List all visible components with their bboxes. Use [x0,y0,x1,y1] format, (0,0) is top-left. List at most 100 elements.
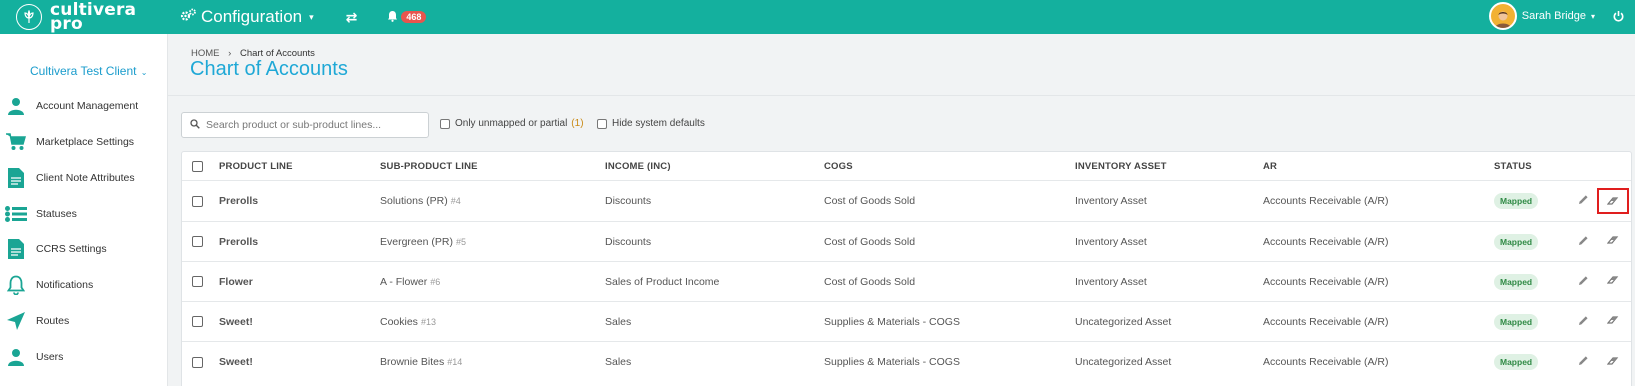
sidebar-item-label: Notifications [36,279,94,291]
eraser-button[interactable] [1606,342,1619,382]
sub-product-id: #14 [447,357,463,367]
income-cell: Discounts [605,195,652,207]
row-checkbox[interactable] [192,195,203,207]
client-selector[interactable]: Cultivera Test Client ⌄ [30,64,147,78]
power-icon[interactable] [1612,10,1625,23]
income-cell: Discounts [605,235,652,248]
search-input[interactable] [206,119,416,131]
sidebar-item-routes[interactable]: Routes [5,310,69,332]
eraser-button[interactable] [1597,181,1629,221]
sub-product-id: #13 [420,316,436,327]
product-line-cell: Flower [219,275,253,288]
gears-icon [180,7,197,27]
sidebar-item-label: Users [36,351,64,363]
status-badge: Mapped [1494,313,1539,330]
only-unmapped-filter[interactable]: Only unmapped or partial (1) [440,118,584,129]
sidebar-item-notifications[interactable]: Notifications [5,274,93,296]
configuration-menu[interactable]: Configuration ▾ [180,7,314,27]
sidebar-item-label: Statuses [36,208,77,220]
cogs-cell: Supplies & Materials - COGS [824,356,960,368]
cogs-cell: Cost of Goods Sold [824,195,916,207]
table-row[interactable]: Flower A - Flower #6 Sales of Product Inc… [182,262,1631,302]
row-checkbox-cell [192,222,208,261]
edit-button[interactable] [1578,222,1589,261]
document-icon [5,167,27,189]
ar-cell: Accounts Receivable (A/R) [1263,275,1389,288]
cogs-cell: Supplies & Materials - COGS [824,315,960,328]
sub-product-id: #5 [455,236,466,247]
sub-product-line-cell: A - Flower #6 [380,262,440,301]
bell-icon [387,10,398,25]
sidebar: Cultivera Test Client ⌄ Account Manageme… [0,34,168,386]
edit-button[interactable] [1578,302,1589,341]
search-box [181,112,429,138]
sidebar-item-label: Routes [36,315,70,327]
eraser-button[interactable] [1606,302,1619,341]
sidebar-item-account-management[interactable]: Account Management [5,95,138,117]
product-line-cell: Sweet! [219,356,253,368]
table-row[interactable]: Prerolls Solutions (PR) #4 Discounts Cost… [182,181,1631,222]
cogs-cell: Cost of Goods Sold [824,275,916,288]
table-row[interactable]: Prerolls Evergreen (PR) #5 Discounts Cost… [182,222,1631,262]
inventory-asset-cell: Inventory Asset [1075,275,1147,288]
sidebar-item-label: Client Note Attributes [36,172,135,184]
sidebar-item-ccrs-settings[interactable]: CCRS Settings [5,238,107,260]
column-header[interactable]: INCOME (INC) [605,152,671,180]
column-header[interactable]: AR [1263,152,1277,180]
inventory-asset-cell: Inventory Asset [1075,235,1147,248]
column-header[interactable]: COGS [824,152,853,180]
column-header[interactable]: STATUS [1494,152,1532,180]
income-cell: Sales [605,315,632,328]
notifications-button[interactable]: 468 [387,10,427,25]
row-checkbox-cell [192,262,208,301]
pencil-icon [1578,194,1589,208]
column-header[interactable]: SUB-PRODUCT LINE [380,152,478,180]
row-checkbox-cell [192,342,208,382]
page-title: Chart of Accounts [190,58,348,80]
sidebar-item-users[interactable]: Users [5,346,63,368]
row-checkbox[interactable] [192,276,203,287]
search-icon [190,118,200,132]
eraser-button[interactable] [1606,222,1619,261]
hide-defaults-label: Hide system defaults [612,118,705,129]
table-row[interactable]: Sweet! Cookies #13 Sales Supplies & Mater… [182,302,1631,342]
hide-defaults-filter[interactable]: Hide system defaults [597,118,705,129]
document-icon [5,238,27,260]
edit-button[interactable] [1578,262,1589,301]
leaf-logo-icon [16,4,42,30]
sidebar-item-label: Marketplace Settings [36,136,135,148]
column-header[interactable]: INVENTORY ASSET [1075,152,1167,180]
eraser-icon [1606,356,1619,369]
column-header[interactable]: PRODUCT LINE [219,152,293,180]
pencil-icon [1578,355,1589,369]
brand-logo[interactable]: cultivera pro [0,0,168,34]
list-icon [5,203,27,225]
only-unmapped-checkbox[interactable] [440,118,450,129]
table-row[interactable]: Sweet! Brownie Bites #14 Sales Supplies &… [182,342,1631,382]
row-checkbox[interactable] [192,356,203,368]
row-checkbox[interactable] [192,236,203,247]
user-icon [5,95,27,117]
edit-button[interactable] [1578,342,1589,382]
select-all-checkbox[interactable] [192,160,203,172]
ar-cell: Accounts Receivable (A/R) [1263,356,1389,368]
eraser-icon [1597,188,1629,214]
table-header-row: PRODUCT LINE SUB-PRODUCT LINE INCOME (IN… [182,152,1631,181]
sub-product-id: #4 [450,196,461,206]
hide-defaults-checkbox[interactable] [597,118,607,129]
eraser-button[interactable] [1606,262,1619,301]
unmapped-count: (1) [571,118,584,129]
sub-product-line-cell: Brownie Bites #14 [380,342,462,382]
income-cell: Sales [605,356,632,368]
header-divider [168,95,1635,96]
swap-arrows-icon[interactable]: ⇄ [346,9,358,26]
sidebar-item-client-note-attributes[interactable]: Client Note Attributes [5,167,135,189]
sidebar-item-marketplace-settings[interactable]: Marketplace Settings [5,131,134,153]
user-menu[interactable]: Sarah Bridge ▾ [1488,2,1595,30]
eraser-icon [1606,235,1619,248]
sidebar-item-statuses[interactable]: Statuses [5,203,77,225]
row-checkbox[interactable] [192,316,203,327]
status-badge: Mapped [1494,273,1539,290]
status-cell: Mapped [1494,262,1539,301]
edit-button[interactable] [1578,181,1589,221]
